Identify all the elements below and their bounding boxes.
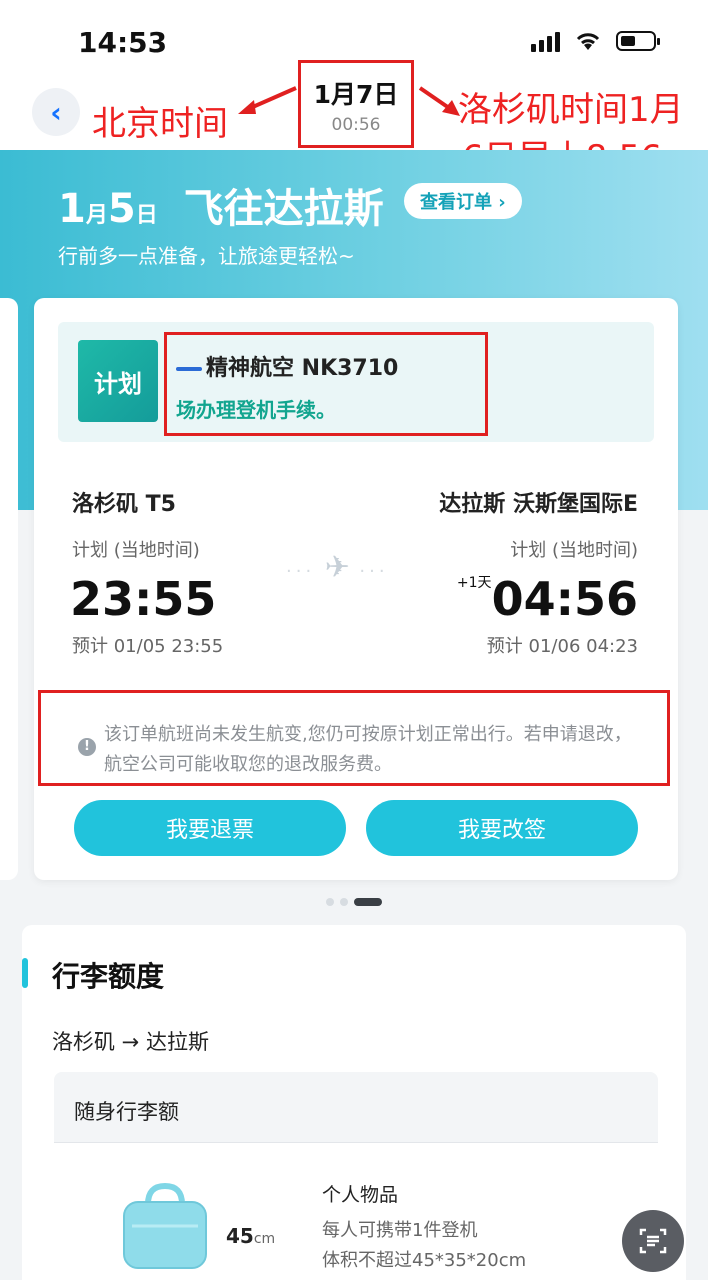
- flight-airline: 精神航空 NK3710: [176, 350, 398, 382]
- change-button[interactable]: 我要改签: [366, 800, 638, 856]
- status-badge: 计划: [78, 340, 158, 422]
- departure-estimate: 预计 01/05 23:55: [72, 636, 224, 657]
- back-button[interactable]: ‹: [32, 88, 80, 136]
- view-order-button[interactable]: 查看订单 ›: [404, 183, 522, 219]
- airline-logo-icon: [176, 367, 202, 371]
- airline-flight-number: 精神航空 NK3710: [206, 356, 399, 381]
- hero-day-unit: 日: [135, 203, 158, 228]
- personal-item-desc: 每人可携带1件登机 体积不超过45*35*20cm: [322, 1216, 526, 1276]
- previous-card-peek[interactable]: [0, 298, 18, 880]
- info-icon: !: [78, 738, 96, 756]
- header-time: 00:56: [331, 115, 381, 135]
- wifi-icon: [576, 33, 600, 50]
- hero-title: 1月5日 飞往达拉斯: [58, 176, 384, 234]
- bag-icon: [123, 1182, 207, 1269]
- bag-dimension-unit: cm: [253, 1231, 276, 1247]
- scan-icon: [639, 1228, 667, 1254]
- annotation-beijing-time: 北京时间: [92, 104, 228, 144]
- carry-on-title: 随身行李额: [74, 1100, 179, 1124]
- section-accent-bar: [22, 958, 28, 988]
- header-date-box[interactable]: 1月7日 00:56: [298, 60, 414, 148]
- personal-item-desc-1: 每人可携带1件登机: [322, 1220, 478, 1241]
- baggage-route: 洛杉矶 → 达拉斯: [52, 1030, 209, 1054]
- flight-tip: 场办理登机手续。: [176, 398, 336, 422]
- status-time: 14:53: [78, 26, 168, 59]
- bag-dimension-value: 45: [226, 1224, 254, 1248]
- refund-button[interactable]: 我要退票: [74, 800, 346, 856]
- carousel-pager: [326, 898, 382, 906]
- pager-dot[interactable]: [340, 898, 348, 906]
- annotation-arrow-right: [418, 86, 460, 116]
- hero-subtitle: 行前多一点准备，让旅途更轻松~: [58, 244, 355, 268]
- notice-text: 该订单航班尚未发生航变,您仍可按原计划正常出行。若申请退改，航空公司可能收取您的…: [104, 724, 632, 775]
- battery-icon: [616, 31, 660, 51]
- arrival-plus-day: +1天: [456, 575, 492, 591]
- personal-item-title: 个人物品: [322, 1184, 399, 1206]
- scan-button[interactable]: [622, 1210, 684, 1272]
- hero-month: 1: [58, 186, 86, 232]
- hero-destination: 飞往达拉斯: [183, 186, 384, 232]
- signal-icon: [531, 30, 560, 52]
- status-icons: [531, 30, 660, 52]
- annotation-la-time-line1: 洛杉矶时间1月: [458, 90, 684, 130]
- departure-city: 洛杉矶 T5: [72, 492, 176, 517]
- arrival-estimate: 预计 01/06 04:23: [486, 636, 638, 657]
- pager-dot-active[interactable]: [354, 898, 382, 906]
- arrival-time-group: +1天04:56: [457, 572, 638, 626]
- departure-label: 计划 (当地时间): [72, 540, 200, 561]
- plane-icon: ✈: [324, 550, 350, 585]
- personal-item-desc-2: 体积不超过45*35*20cm: [322, 1250, 527, 1271]
- hero-day: 5: [107, 186, 136, 232]
- hero-month-unit: 月: [85, 203, 108, 228]
- arrival-city: 达拉斯 沃斯堡国际E: [439, 492, 638, 517]
- bag-dimension: 45cm: [226, 1224, 275, 1248]
- pager-dot[interactable]: [326, 898, 334, 906]
- arrival-time: 04:56: [491, 572, 638, 626]
- header-date: 1月7日: [313, 80, 399, 109]
- plane-route-indicator: ··· ✈ ···: [286, 550, 389, 585]
- chevron-left-icon: ‹: [50, 95, 62, 129]
- arrival-label: 计划 (当地时间): [510, 540, 638, 561]
- annotation-arrow-left: [238, 86, 297, 114]
- baggage-title: 行李额度: [52, 960, 165, 993]
- departure-time: 23:55: [70, 572, 217, 626]
